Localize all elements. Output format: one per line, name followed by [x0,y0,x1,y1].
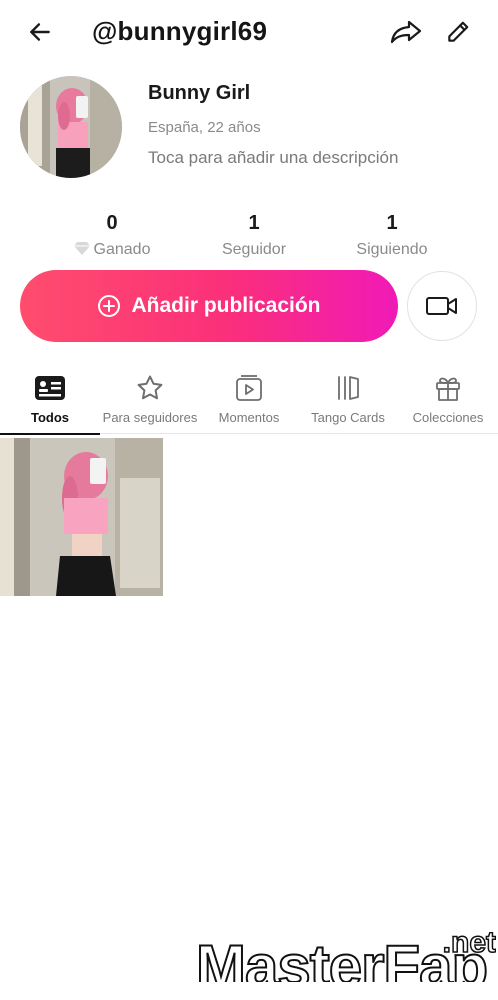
post-thumbnail[interactable] [0,438,163,596]
go-live-button[interactable] [407,271,477,341]
add-post-button[interactable]: Añadir publicación [20,270,398,342]
stat-following[interactable]: 1 Siguiendo [342,212,442,259]
tab-para-seguidores[interactable]: Para seguidores [100,364,200,434]
pencil-icon [448,21,469,42]
share-button[interactable] [386,12,426,52]
stat-earned-value: 0 [106,212,118,234]
share-arrow-icon [390,20,422,44]
tab-todos[interactable]: Todos [0,364,100,435]
post-photo [0,438,163,596]
tab-para-seguidores-label: Para seguidores [102,410,198,425]
tab-todos-label: Todos [30,410,70,425]
stat-followers[interactable]: 1 Seguidor [204,212,304,259]
profile-screen: @bunnygirl69 Bunny Girl España, 22 años … [0,0,498,1000]
stat-followers-value: 1 [248,212,260,234]
arrow-left-icon [30,23,50,41]
stat-following-label: Siguiendo [356,241,428,258]
back-button[interactable] [20,12,60,52]
active-tab-indicator [0,433,100,435]
gift-icon [398,372,498,404]
add-post-label: Añadir publicación [131,294,321,317]
profile-handle: @bunnygirl69 [92,16,268,46]
star-icon [100,372,200,404]
stat-earned-label-wrap: Ganado [62,241,162,259]
moments-play-icon [199,372,299,404]
diamond-icon [73,242,90,255]
feed-card-icon [0,372,100,404]
avatar-photo [20,76,122,178]
tab-momentos[interactable]: Momentos [199,364,299,434]
cards-icon [298,372,398,404]
stat-followers-label: Seguidor [221,241,287,258]
top-bar: @bunnygirl69 [0,0,498,64]
tab-colecciones-label: Colecciones [412,410,484,425]
tab-tango-cards[interactable]: Tango Cards [298,364,398,434]
tab-tango-cards-label: Tango Cards [311,410,385,425]
display-name: Bunny Girl [148,82,251,104]
content-tabs: Todos Para seguidores Momentos Tango Car… [0,364,498,435]
watermark-suffix: .net [442,932,496,960]
location-age: España, 22 años [148,119,261,136]
bio-placeholder[interactable]: Toca para añadir una descripción [148,148,398,168]
stat-earned[interactable]: 0 Ganado [62,212,162,259]
bottom-strip [0,982,498,1000]
stat-following-value: 1 [386,212,398,234]
stat-earned-label: Ganado [93,241,151,258]
video-camera-icon [426,297,457,315]
tab-colecciones[interactable]: Colecciones [398,364,498,434]
plus-circle-icon [97,294,121,318]
tab-momentos-label: Momentos [218,410,280,425]
avatar[interactable] [20,76,122,178]
edit-button[interactable] [438,12,478,52]
